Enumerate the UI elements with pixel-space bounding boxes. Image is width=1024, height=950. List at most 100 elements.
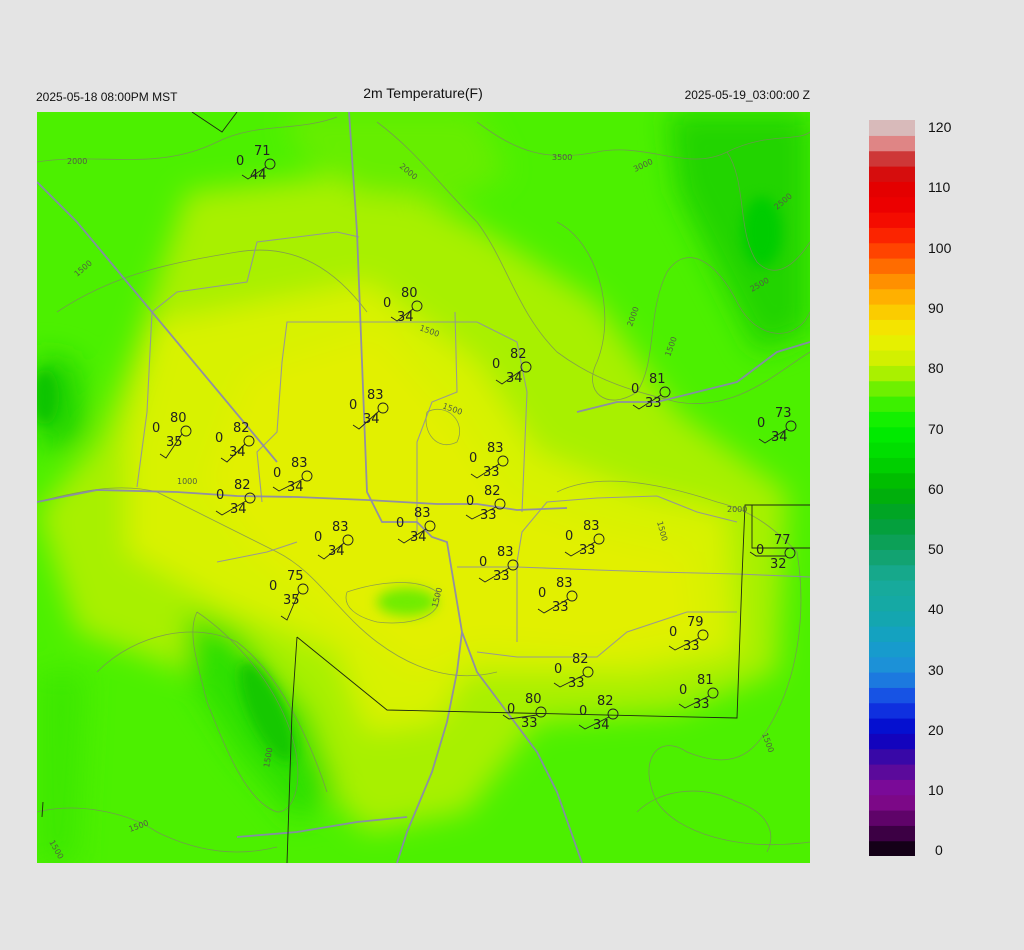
colorbar-band	[869, 242, 915, 259]
station-dewpoint: 34	[363, 412, 380, 427]
colorbar-band	[869, 595, 915, 612]
colorbar-band	[869, 840, 915, 856]
colorbar-band	[869, 534, 915, 550]
colorbar-band	[869, 304, 915, 320]
colorbar-band	[869, 365, 915, 382]
station-cloud-cover: 0	[314, 530, 322, 545]
colorbar-band	[869, 702, 915, 719]
station-dewpoint: 33	[683, 639, 700, 654]
station-cloud-cover: 0	[383, 296, 391, 311]
colorbar-label: 110	[928, 179, 951, 195]
colorbar-band	[869, 610, 915, 627]
station-temperature: 80	[525, 692, 542, 707]
station-cloud-cover: 0	[269, 579, 277, 594]
colorbar-band	[869, 334, 915, 351]
station-dewpoint: 34	[397, 310, 414, 325]
colorbar-label: 90	[928, 300, 944, 316]
station-temperature: 83	[497, 545, 514, 560]
station-cloud-cover: 0	[538, 586, 546, 601]
station-temperature: 73	[775, 406, 792, 421]
colorbar-band	[869, 273, 915, 290]
station-dewpoint: 34	[771, 430, 788, 445]
station-dewpoint: 44	[250, 168, 267, 183]
colorbar-band	[869, 212, 915, 228]
station-dewpoint: 33	[568, 676, 585, 691]
station-cloud-cover: 0	[669, 625, 677, 640]
colorbar-band	[869, 748, 915, 765]
station-cloud-cover: 0	[554, 662, 562, 677]
station-cloud-cover: 0	[679, 683, 687, 698]
colorbar-band	[869, 656, 915, 673]
station-dewpoint: 33	[552, 600, 569, 615]
colorbar-band	[869, 258, 915, 274]
colorbar-band	[869, 626, 915, 642]
colorbar-band	[869, 426, 915, 443]
colorbar-band	[869, 442, 915, 458]
station-temperature: 75	[287, 569, 304, 584]
station-temperature: 82	[233, 421, 250, 436]
station-dewpoint: 34	[506, 371, 523, 386]
station-dewpoint: 33	[483, 465, 500, 480]
cool-spot-mid	[377, 588, 437, 616]
station-dewpoint: 34	[230, 502, 247, 517]
station-dewpoint: 34	[328, 544, 345, 559]
contour-label: 2000	[67, 157, 87, 166]
station-dewpoint: 33	[493, 569, 510, 584]
colorbar-label: 20	[928, 722, 944, 738]
colorbar-band	[869, 718, 915, 734]
colorbar-label: 50	[928, 541, 944, 557]
colorbar-band	[869, 380, 915, 397]
station-temperature: 80	[170, 411, 187, 426]
colorbar-band	[869, 166, 915, 182]
station-temperature: 82	[234, 478, 251, 493]
station-temperature: 81	[697, 673, 714, 688]
colorbar-band	[869, 825, 915, 842]
station-temperature: 81	[649, 372, 666, 387]
station-cloud-cover: 0	[479, 555, 487, 570]
colorbar-band	[869, 120, 915, 136]
contour-label: 2000	[727, 505, 747, 514]
colorbar-label: 120	[928, 119, 952, 135]
colorbar-label: 0	[935, 842, 943, 858]
colorbar-band	[869, 350, 915, 366]
colorbar-band	[869, 288, 915, 305]
colorbar-label: 80	[928, 360, 944, 376]
station-temperature: 80	[401, 286, 418, 301]
station-dewpoint: 33	[521, 716, 538, 731]
station-temperature: 71	[254, 144, 271, 159]
station-temperature: 83	[556, 576, 573, 591]
station-cloud-cover: 0	[236, 154, 244, 169]
colorbar-band	[869, 564, 915, 581]
station-cloud-cover: 0	[756, 543, 764, 558]
colorbar-band	[869, 396, 915, 412]
station-temperature: 82	[597, 694, 614, 709]
station-temperature: 83	[367, 388, 384, 403]
colorbar-label: 10	[928, 782, 944, 798]
colorbar-band	[869, 411, 915, 428]
station-temperature: 82	[572, 652, 589, 667]
colorbar-band	[869, 733, 915, 750]
colorbar-band	[869, 794, 915, 811]
colorbar-band	[869, 488, 915, 504]
station-dewpoint: 33	[693, 697, 710, 712]
station-cloud-cover: 0	[152, 421, 160, 436]
station-temperature: 83	[583, 519, 600, 534]
temperature-map: 2000 1500 1000 3500 3000 2500 2000 2000 …	[37, 112, 810, 863]
station-temperature: 83	[487, 441, 504, 456]
station-temperature: 82	[510, 347, 527, 362]
colorbar-band	[869, 319, 915, 336]
colorbar-band	[869, 227, 915, 244]
colorbar-band	[869, 672, 915, 688]
station-dewpoint: 32	[770, 557, 787, 572]
station-temperature: 82	[484, 484, 501, 499]
station-dewpoint: 33	[645, 396, 662, 411]
colorbar-label: 70	[928, 421, 944, 437]
station-dewpoint: 33	[480, 508, 497, 523]
colorbar	[869, 120, 915, 856]
colorbar-band	[869, 518, 915, 535]
station-cloud-cover: 0	[757, 416, 765, 431]
colorbar-band	[869, 810, 915, 826]
colorbar-band	[869, 472, 915, 489]
station-dewpoint: 34	[410, 530, 427, 545]
station-dewpoint: 34	[229, 445, 246, 460]
